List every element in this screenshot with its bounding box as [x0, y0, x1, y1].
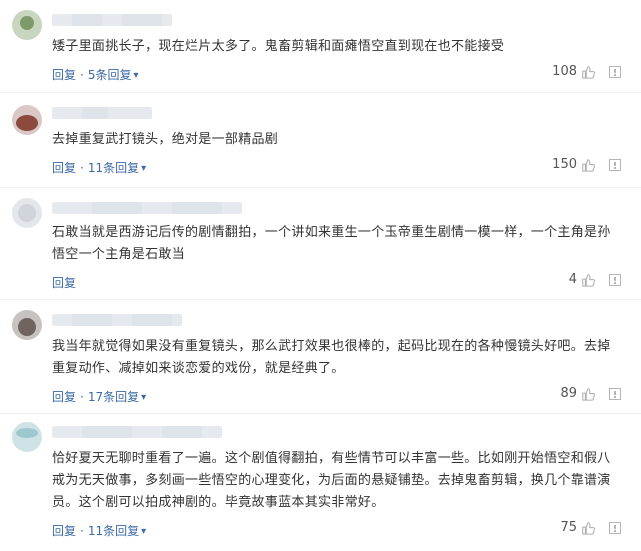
- reply-link[interactable]: 回复: [52, 161, 76, 175]
- username-blurred[interactable]: [52, 14, 172, 26]
- thumbs-up-icon[interactable]: [581, 158, 595, 172]
- comment-meta: 89: [560, 386, 621, 401]
- username-blurred[interactable]: [52, 202, 242, 214]
- avatar[interactable]: [12, 105, 42, 135]
- comment-item: 矮子里面挑长子，现在烂片太多了。鬼畜剪辑和面瘫悟空直到现在也不能接受 回复 · 5条…: [0, 0, 641, 93]
- report-icon[interactable]: [609, 158, 621, 171]
- chevron-down-icon: ▾: [133, 70, 139, 81]
- avatar[interactable]: [12, 10, 42, 40]
- like-count: 150: [552, 157, 577, 172]
- view-replies-link[interactable]: 11条回复 ▾: [88, 161, 146, 175]
- comment-actions: 回复 · 5条回复 ▾: [52, 68, 139, 82]
- avatar[interactable]: [12, 198, 42, 228]
- thumbs-up-icon[interactable]: [581, 65, 595, 79]
- report-icon[interactable]: [609, 65, 621, 78]
- comment-actions: 回复 · 17条回复 ▾: [52, 390, 147, 404]
- comment-actions: 回复 · 11条回复 ▾: [52, 524, 147, 538]
- chevron-down-icon: ▾: [141, 163, 147, 174]
- comment-text: 去掉重复武打镜头，绝对是一部精品剧: [52, 132, 279, 147]
- like-count: 4: [568, 272, 577, 287]
- thumbs-up-icon[interactable]: [581, 387, 595, 401]
- chevron-down-icon: ▾: [141, 526, 147, 537]
- comment-meta: 75: [560, 520, 621, 535]
- username-blurred[interactable]: [52, 314, 182, 326]
- report-icon[interactable]: [609, 273, 621, 286]
- view-replies-link[interactable]: 17条回复 ▾: [88, 390, 146, 404]
- reply-link[interactable]: 回复: [52, 276, 76, 290]
- comment-actions: 回复: [52, 274, 76, 291]
- thumbs-up-icon[interactable]: [581, 521, 595, 535]
- username-blurred[interactable]: [52, 426, 222, 438]
- comment-item: 去掉重复武打镜头，绝对是一部精品剧 回复 · 11条回复 ▾ 150: [0, 93, 641, 188]
- avatar[interactable]: [12, 310, 42, 340]
- comment-meta: 108: [552, 64, 621, 79]
- comment-text: 石敢当就是西游记后传的剧情翻拍，一个讲如来重生一个玉帝重生剧情一模一样，一个主角…: [52, 225, 611, 262]
- comment-text: 我当年就觉得如果没有重复镜头，那么武打效果也很棒的，起码比现在的各种慢镜头好吧。…: [52, 339, 611, 376]
- comment-item: 石敢当就是西游记后传的剧情翻拍，一个讲如来重生一个玉帝重生剧情一模一样，一个主角…: [0, 188, 641, 300]
- like-count: 89: [560, 386, 577, 401]
- comment-meta: 150: [552, 157, 621, 172]
- view-replies-link[interactable]: 5条回复 ▾: [88, 68, 139, 82]
- report-icon[interactable]: [609, 521, 621, 534]
- like-count: 75: [560, 520, 577, 535]
- like-count: 108: [552, 64, 577, 79]
- username-blurred[interactable]: [52, 107, 152, 119]
- comment-text: 矮子里面挑长子，现在烂片太多了。鬼畜剪辑和面瘫悟空直到现在也不能接受: [52, 39, 505, 54]
- comment-item: 恰好夏天无聊时重看了一遍。这个剧值得翻拍，有些情节可以丰富一些。比如刚开始悟空和…: [0, 414, 641, 551]
- comment-item: 我当年就觉得如果没有重复镜头，那么武打效果也很棒的，起码比现在的各种慢镜头好吧。…: [0, 300, 641, 414]
- comment-text: 恰好夏天无聊时重看了一遍。这个剧值得翻拍，有些情节可以丰富一些。比如刚开始悟空和…: [52, 451, 611, 510]
- avatar[interactable]: [12, 422, 42, 452]
- view-replies-link[interactable]: 11条回复 ▾: [88, 524, 146, 538]
- comment-actions: 回复 · 11条回复 ▾: [52, 161, 147, 175]
- comment-meta: 4: [569, 272, 621, 287]
- reply-link[interactable]: 回复: [52, 390, 76, 404]
- thumbs-up-icon[interactable]: [581, 273, 595, 287]
- comment-list: 矮子里面挑长子，现在烂片太多了。鬼畜剪辑和面瘫悟空直到现在也不能接受 回复 · 5条…: [0, 0, 641, 551]
- chevron-down-icon: ▾: [141, 392, 147, 403]
- report-icon[interactable]: [609, 387, 621, 400]
- reply-link[interactable]: 回复: [52, 524, 76, 538]
- reply-link[interactable]: 回复: [52, 68, 76, 82]
